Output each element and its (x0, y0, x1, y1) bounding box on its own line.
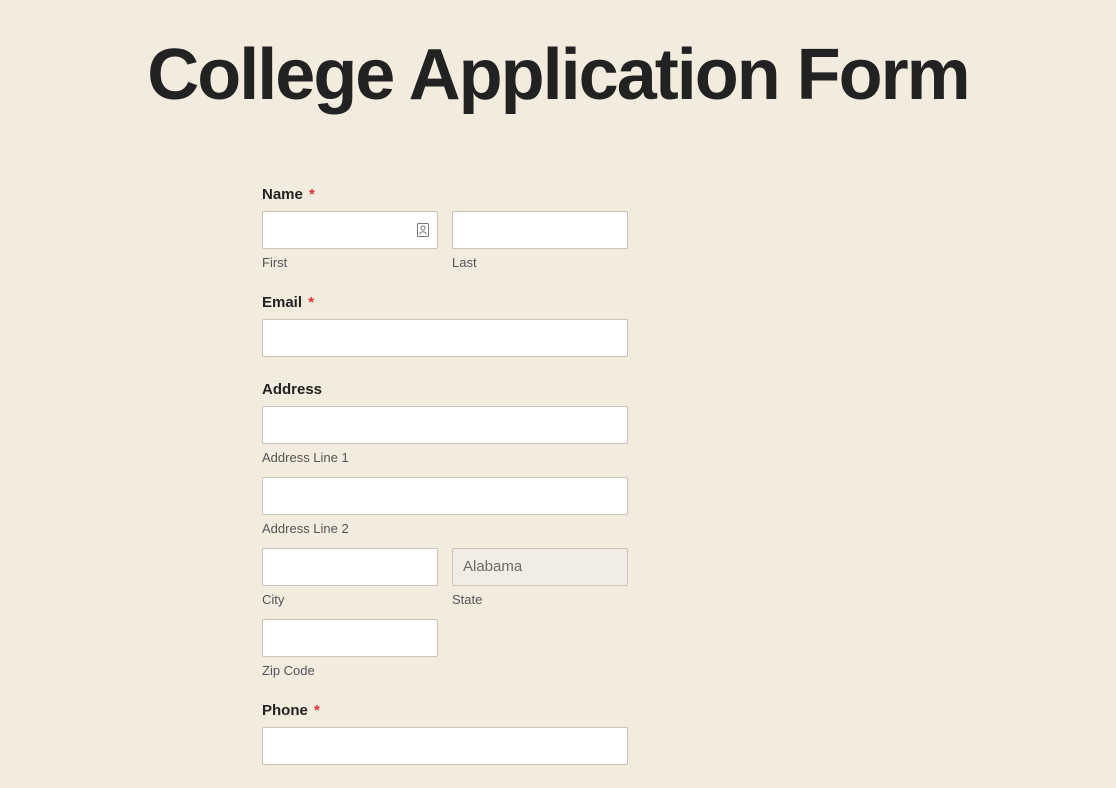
city-input[interactable] (262, 548, 438, 586)
phone-input[interactable] (262, 727, 628, 765)
email-label: Email * (262, 294, 628, 311)
email-field-block: Email * (262, 294, 628, 357)
first-name-input[interactable] (262, 211, 438, 249)
phone-label-text: Phone (262, 702, 308, 719)
phone-label: Phone * (262, 702, 628, 719)
required-marker: * (314, 702, 320, 719)
email-label-text: Email (262, 294, 302, 311)
address-label: Address (262, 381, 628, 398)
last-name-input[interactable] (452, 211, 628, 249)
email-input[interactable] (262, 319, 628, 357)
last-name-sublabel: Last (452, 255, 628, 270)
address-label-text: Address (262, 381, 322, 398)
zip-sublabel: Zip Code (262, 663, 438, 678)
address-line2-input[interactable] (262, 477, 628, 515)
address-line2-sublabel: Address Line 2 (262, 521, 628, 536)
address-line1-sublabel: Address Line 1 (262, 450, 628, 465)
name-label: Name * (262, 186, 628, 203)
address-line1-input[interactable] (262, 406, 628, 444)
state-select[interactable]: Alabama (452, 548, 628, 586)
required-marker: * (308, 294, 314, 311)
name-label-text: Name (262, 186, 303, 203)
contact-card-icon (416, 222, 430, 238)
phone-field-block: Phone * (262, 702, 628, 765)
first-name-sublabel: First (262, 255, 438, 270)
application-form: Name * First Las (262, 186, 628, 765)
name-field-block: Name * First Las (262, 186, 628, 270)
address-field-block: Address Address Line 1 Address Line 2 Ci… (262, 381, 628, 678)
page-title: College Application Form (0, 38, 1116, 114)
required-marker: * (309, 186, 315, 203)
zip-input[interactable] (262, 619, 438, 657)
state-select-value: Alabama (463, 558, 522, 575)
state-sublabel: State (452, 592, 628, 607)
city-sublabel: City (262, 592, 438, 607)
